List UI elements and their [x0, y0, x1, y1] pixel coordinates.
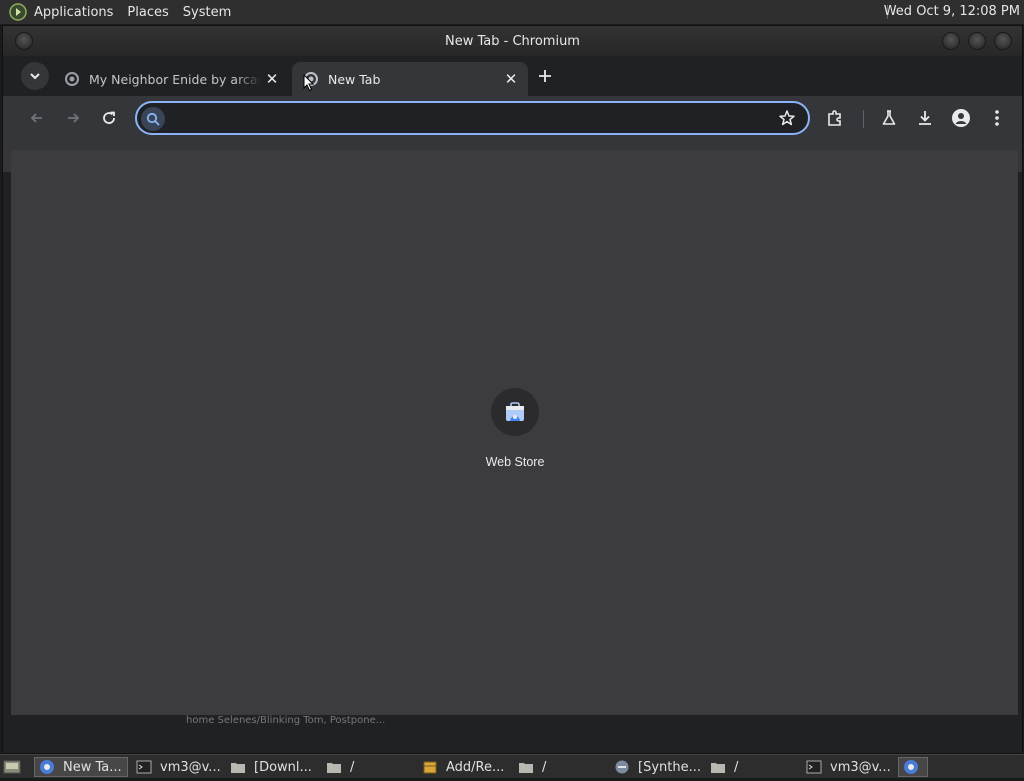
forward-button[interactable] [59, 104, 87, 132]
top-panel: Applications Places System Wed Oct 9, 12… [0, 0, 1024, 24]
flask-icon [882, 110, 896, 125]
window-title: New Tab - Chromium [445, 33, 580, 49]
chromium-icon [39, 759, 55, 775]
address-input[interactable] [173, 107, 763, 131]
reload-button[interactable] [95, 104, 123, 132]
taskbar-label: / [350, 759, 355, 775]
folder-icon [710, 759, 726, 775]
arrow-right-icon [68, 113, 80, 123]
taskbar-item-folder-root[interactable]: / [322, 757, 416, 777]
taskbar-label: [Downl... [254, 759, 312, 775]
chromium-icon [903, 759, 919, 775]
applications-menu[interactable]: Applications [34, 5, 113, 20]
download-icon [919, 111, 931, 125]
more-vert-icon [995, 110, 999, 126]
package-icon [422, 759, 438, 775]
taskbar-item-chromium[interactable]: New Ta... [34, 757, 128, 777]
chrome-menu-button[interactable] [983, 104, 1011, 132]
close-tab-icon[interactable]: ✕ [500, 68, 522, 90]
minimize-button[interactable] [942, 32, 960, 50]
taskbar-item-terminal-2[interactable]: vm3@v... [802, 757, 896, 777]
taskbar-item-downloads[interactable]: [Downl... [226, 757, 320, 777]
tab-new-tab[interactable]: New Tab ✕ [292, 62, 528, 96]
tab-strip: My Neighbor Enide by arcade ✕ New Tab ✕ [3, 56, 1022, 96]
taskbar-item-add-remove[interactable]: Add/Re... [418, 757, 512, 777]
search-icon [141, 107, 165, 131]
clock[interactable]: Wed Oct 9, 12:08 PM [884, 4, 1020, 19]
folder-icon [518, 759, 534, 775]
reload-icon [103, 111, 115, 124]
taskbar-label: [Synthe... [638, 759, 701, 775]
taskbar-item-terminal[interactable]: vm3@v... [132, 757, 226, 777]
new-tab-button[interactable] [533, 64, 557, 88]
tab-my-neighbor-enide[interactable]: My Neighbor Enide by arcade ✕ [53, 62, 289, 96]
taskbar-item-folder-root-2[interactable]: / [514, 757, 608, 777]
tab-search-button[interactable] [21, 62, 49, 90]
chromium-icon [65, 72, 79, 86]
plus-icon [539, 70, 551, 82]
puzzle-icon [828, 110, 841, 126]
arrow-left-icon [30, 113, 42, 123]
terminal-icon [806, 759, 822, 775]
browser-toolbar [3, 96, 1022, 140]
maximize-button[interactable] [968, 32, 986, 50]
shortcut-label: Web Store [485, 455, 545, 469]
downloads-button[interactable] [911, 104, 939, 132]
taskbar-item-folder-root-3[interactable]: / [706, 757, 800, 777]
window-titlebar[interactable]: New Tab - Chromium [3, 26, 1022, 56]
close-window-button[interactable] [994, 32, 1012, 50]
folder-icon [230, 759, 246, 775]
taskbar-label: vm3@v... [160, 759, 221, 775]
back-button[interactable] [23, 104, 51, 132]
tab-title: New Tab [328, 71, 381, 87]
taskbar-label: vm3@v... [830, 759, 891, 775]
new-tab-page: Web Store [11, 150, 1018, 715]
chrome-labs-button[interactable] [875, 104, 903, 132]
web-store-icon [491, 388, 539, 436]
window-menu-button[interactable] [15, 32, 33, 50]
app-icon [614, 759, 630, 775]
chevron-down-icon [30, 73, 40, 80]
taskbar-item-chromium-2[interactable] [898, 757, 928, 777]
taskbar-label: Add/Re... [446, 759, 505, 775]
mouse-cursor-icon [303, 74, 315, 92]
taskbar-label: New Ta... [63, 759, 122, 775]
bottom-taskbar: New Ta... vm3@v... [Downl... / Add/Re...… [0, 754, 1024, 778]
tab-title: My Neighbor Enide by arcade [89, 71, 261, 87]
address-bar[interactable] [135, 101, 810, 135]
close-tab-icon[interactable]: ✕ [261, 68, 283, 90]
extensions-button[interactable] [821, 104, 849, 132]
taskbar-item-synthe[interactable]: [Synthe... [610, 757, 704, 777]
taskbar-label: / [734, 759, 739, 775]
background-window-text: home Selenes/Blinking Tom, Postpone... [11, 715, 1018, 728]
system-menu[interactable]: System [183, 5, 231, 20]
shortcut-web-store[interactable]: Web Store [470, 388, 560, 469]
distro-logo-icon[interactable] [8, 2, 28, 22]
folder-icon [326, 759, 342, 775]
places-menu[interactable]: Places [127, 5, 168, 20]
taskbar-label: / [542, 759, 547, 775]
terminal-icon [136, 759, 152, 775]
avatar-icon [952, 109, 970, 127]
bookmark-star-icon[interactable] [778, 109, 798, 129]
profile-button[interactable] [947, 104, 975, 132]
toolbar-divider [863, 110, 864, 128]
show-desktop-icon[interactable] [2, 757, 22, 777]
